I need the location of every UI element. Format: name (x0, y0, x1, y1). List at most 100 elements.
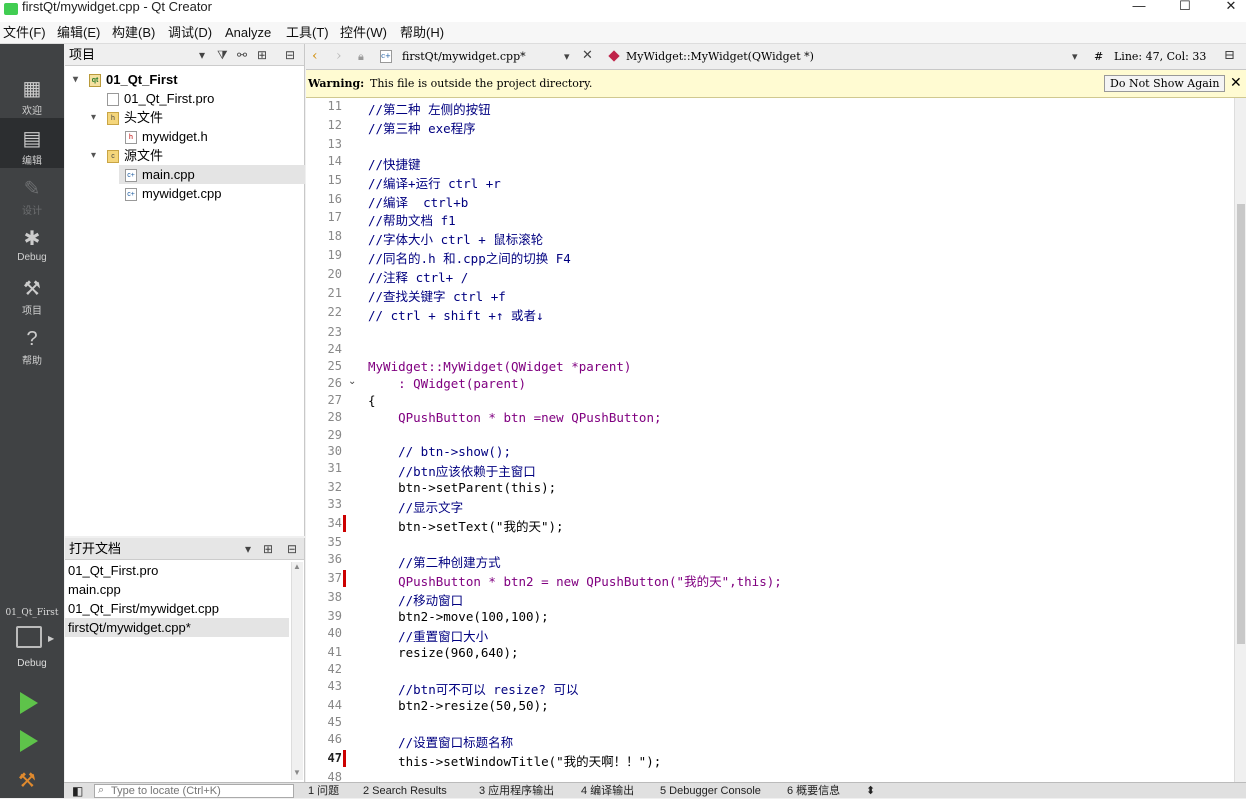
output-tab-compile[interactable]: 4 编译输出 (581, 783, 634, 799)
code-line: //同名的.h 和.cpp之间的切换 F4 (368, 251, 571, 266)
menu-analyze[interactable]: Analyze (225, 22, 271, 44)
filter-icon[interactable]: ⧩ (217, 44, 228, 66)
mode-design[interactable]: ✎ 设计 (0, 168, 64, 218)
close-panel-icon[interactable]: ⊟ (287, 538, 297, 560)
editor-scrollbar[interactable] (1234, 98, 1246, 782)
tree-item-main-cpp[interactable]: c+ main.cpp (125, 165, 195, 184)
search-icon: ⌕ (98, 784, 105, 796)
open-documents-title: 打开文档 (69, 541, 122, 556)
tree-project-root[interactable]: ▾ qt 01_Qt_First (73, 70, 178, 89)
tree-label: mywidget.cpp (142, 186, 222, 201)
mode-edit-label: 编辑 (22, 156, 42, 167)
output-tab-search[interactable]: 2 Search Results (363, 783, 447, 799)
open-docs-scrollbar[interactable]: ▲ ▼ (291, 562, 303, 780)
open-docs-dropdown-icon[interactable]: ▾ (245, 538, 251, 560)
tree-label: main.cpp (142, 167, 195, 182)
locator-box[interactable]: ⌕ (94, 784, 294, 798)
mode-help-label: 帮助 (22, 356, 42, 367)
line-number: 28 (327, 410, 342, 424)
close-warning-icon[interactable]: ✕ (1230, 75, 1242, 91)
back-arrow-icon[interactable]: ‹ (312, 48, 318, 64)
cursor-position[interactable]: Line: 47, Col: 33 (1114, 50, 1206, 63)
open-doc-item[interactable]: 01_Qt_First/mywidget.cpp (65, 599, 289, 618)
toggle-sidebar-icon[interactable]: ◧ (72, 783, 83, 799)
tree-folder-headers[interactable]: ▾ h 头文件 (91, 108, 163, 127)
open-doc-item[interactable]: main.cpp (65, 580, 289, 599)
scroll-down-icon[interactable]: ▼ (293, 768, 301, 777)
split-icon[interactable]: ⊞ (257, 44, 267, 66)
mode-debug[interactable]: ✱ Debug (0, 218, 64, 268)
do-not-show-again-button[interactable]: Do Not Show Again (1104, 75, 1226, 92)
output-tab-general-messages[interactable]: 6 概要信息 (787, 783, 840, 799)
collapse-arrow-icon[interactable]: ▾ (91, 146, 96, 165)
debug-run-icon[interactable] (20, 730, 38, 752)
line-number: 21 (327, 286, 342, 300)
hash-button[interactable]: # (1094, 50, 1103, 63)
line-number: 14 (327, 154, 342, 168)
collapse-arrow-icon[interactable]: ▾ (73, 70, 78, 89)
menu-help[interactable]: 帮助(H) (400, 22, 444, 44)
folder-source-icon: c (107, 150, 119, 164)
close-file-icon[interactable]: ✕ (582, 48, 593, 63)
code-line: QPushButton * btn =new QPushButton; (368, 410, 662, 425)
menu-controls[interactable]: 控件(W) (340, 22, 387, 44)
link-icon[interactable]: ⚯ (237, 44, 247, 66)
code-line: //编译 ctrl+b (368, 195, 469, 210)
split-icon[interactable]: ⊞ (263, 538, 273, 560)
view-dropdown-icon[interactable]: ▾ (199, 44, 205, 66)
tree-folder-sources[interactable]: ▾ c 源文件 (91, 146, 163, 165)
menu-edit[interactable]: 编辑(E) (57, 22, 100, 44)
code-line: QPushButton * btn2 = new QPushButton("我的… (368, 574, 782, 589)
open-doc-item-active[interactable]: firstQt/mywidget.cpp* (65, 618, 289, 637)
menu-debug[interactable]: 调试(D) (168, 22, 212, 44)
folder-header-icon: h (107, 112, 119, 126)
file-dropdown-icon[interactable]: ▾ (564, 50, 570, 63)
tree-item-mywidget-h[interactable]: h mywidget.h (125, 127, 208, 146)
project-panel-title: 项目 (69, 47, 96, 62)
scroll-up-icon[interactable]: ▲ (293, 562, 301, 571)
mode-welcome[interactable]: ▦ 欢迎 (0, 68, 64, 118)
symbol-dropdown-icon[interactable]: ▾ (1072, 50, 1078, 63)
fold-arrow-icon[interactable]: ⌄ (348, 376, 356, 387)
collapse-arrow-icon[interactable]: ▾ (91, 108, 96, 127)
line-number: 32 (327, 480, 342, 494)
current-file-name[interactable]: firstQt/mywidget.cpp* (402, 50, 526, 63)
menu-file[interactable]: 文件(F) (3, 22, 46, 44)
line-number: 36 (327, 552, 342, 566)
output-tab-debugger-console[interactable]: 5 Debugger Console (660, 783, 761, 799)
mode-help[interactable]: ? 帮助 (0, 318, 64, 368)
mode-projects[interactable]: ⚒ 项目 (0, 268, 64, 318)
tree-item-pro[interactable]: 01_Qt_First.pro (107, 89, 214, 108)
line-number: 12 (327, 118, 342, 132)
output-tab-app-output[interactable]: 3 应用程序输出 (479, 783, 554, 799)
mode-edit[interactable]: ▤ 编辑 (0, 118, 64, 168)
menu-tools[interactable]: 工具(T) (286, 22, 329, 44)
output-tab-issues[interactable]: 1 问题 (308, 783, 339, 799)
line-number: 23 (327, 325, 342, 339)
kit-build-config: Debug (17, 658, 47, 669)
scrollbar-thumb[interactable] (1237, 204, 1245, 644)
line-number: 27 (327, 393, 342, 407)
editor-toolbar: ‹ › 🔒︎ c+ firstQt/mywidget.cpp* ▾ ✕ MyWi… (306, 44, 1246, 70)
maximize-button[interactable]: ☐ (1162, 0, 1208, 14)
split-editor-icon[interactable]: ⊟ (1224, 48, 1235, 63)
open-documents-list: 01_Qt_First.pro main.cpp 01_Qt_First/myw… (65, 560, 305, 782)
modified-line-marker (343, 570, 346, 587)
kit-selector-monitor-icon[interactable] (16, 626, 42, 648)
tree-item-mywidget-cpp[interactable]: c+ mywidget.cpp (125, 184, 221, 203)
projects-wrench-icon: ⚒ (23, 278, 41, 300)
current-symbol[interactable]: MyWidget::MyWidget(QWidget *) (626, 50, 814, 63)
help-question-icon: ? (26, 328, 38, 350)
close-panel-icon[interactable]: ⊟ (285, 44, 295, 66)
menu-build[interactable]: 构建(B) (112, 22, 155, 44)
output-tabs-arrow-icon[interactable]: ⬍ (866, 783, 875, 799)
build-hammer-icon[interactable]: ⚒ (18, 768, 36, 793)
locator-input[interactable] (111, 785, 291, 797)
run-icon[interactable] (20, 692, 38, 714)
open-doc-item[interactable]: 01_Qt_First.pro (65, 561, 289, 580)
code-editor[interactable]: //第二种 左侧的按钮 //第三种 exe程序 //快捷键 //编译+运行 ct… (364, 98, 1234, 782)
close-button[interactable]: ✕ (1208, 0, 1246, 14)
forward-arrow-icon[interactable]: › (336, 48, 342, 64)
line-number: 29 (327, 428, 342, 442)
minimize-button[interactable]: — (1116, 0, 1162, 14)
